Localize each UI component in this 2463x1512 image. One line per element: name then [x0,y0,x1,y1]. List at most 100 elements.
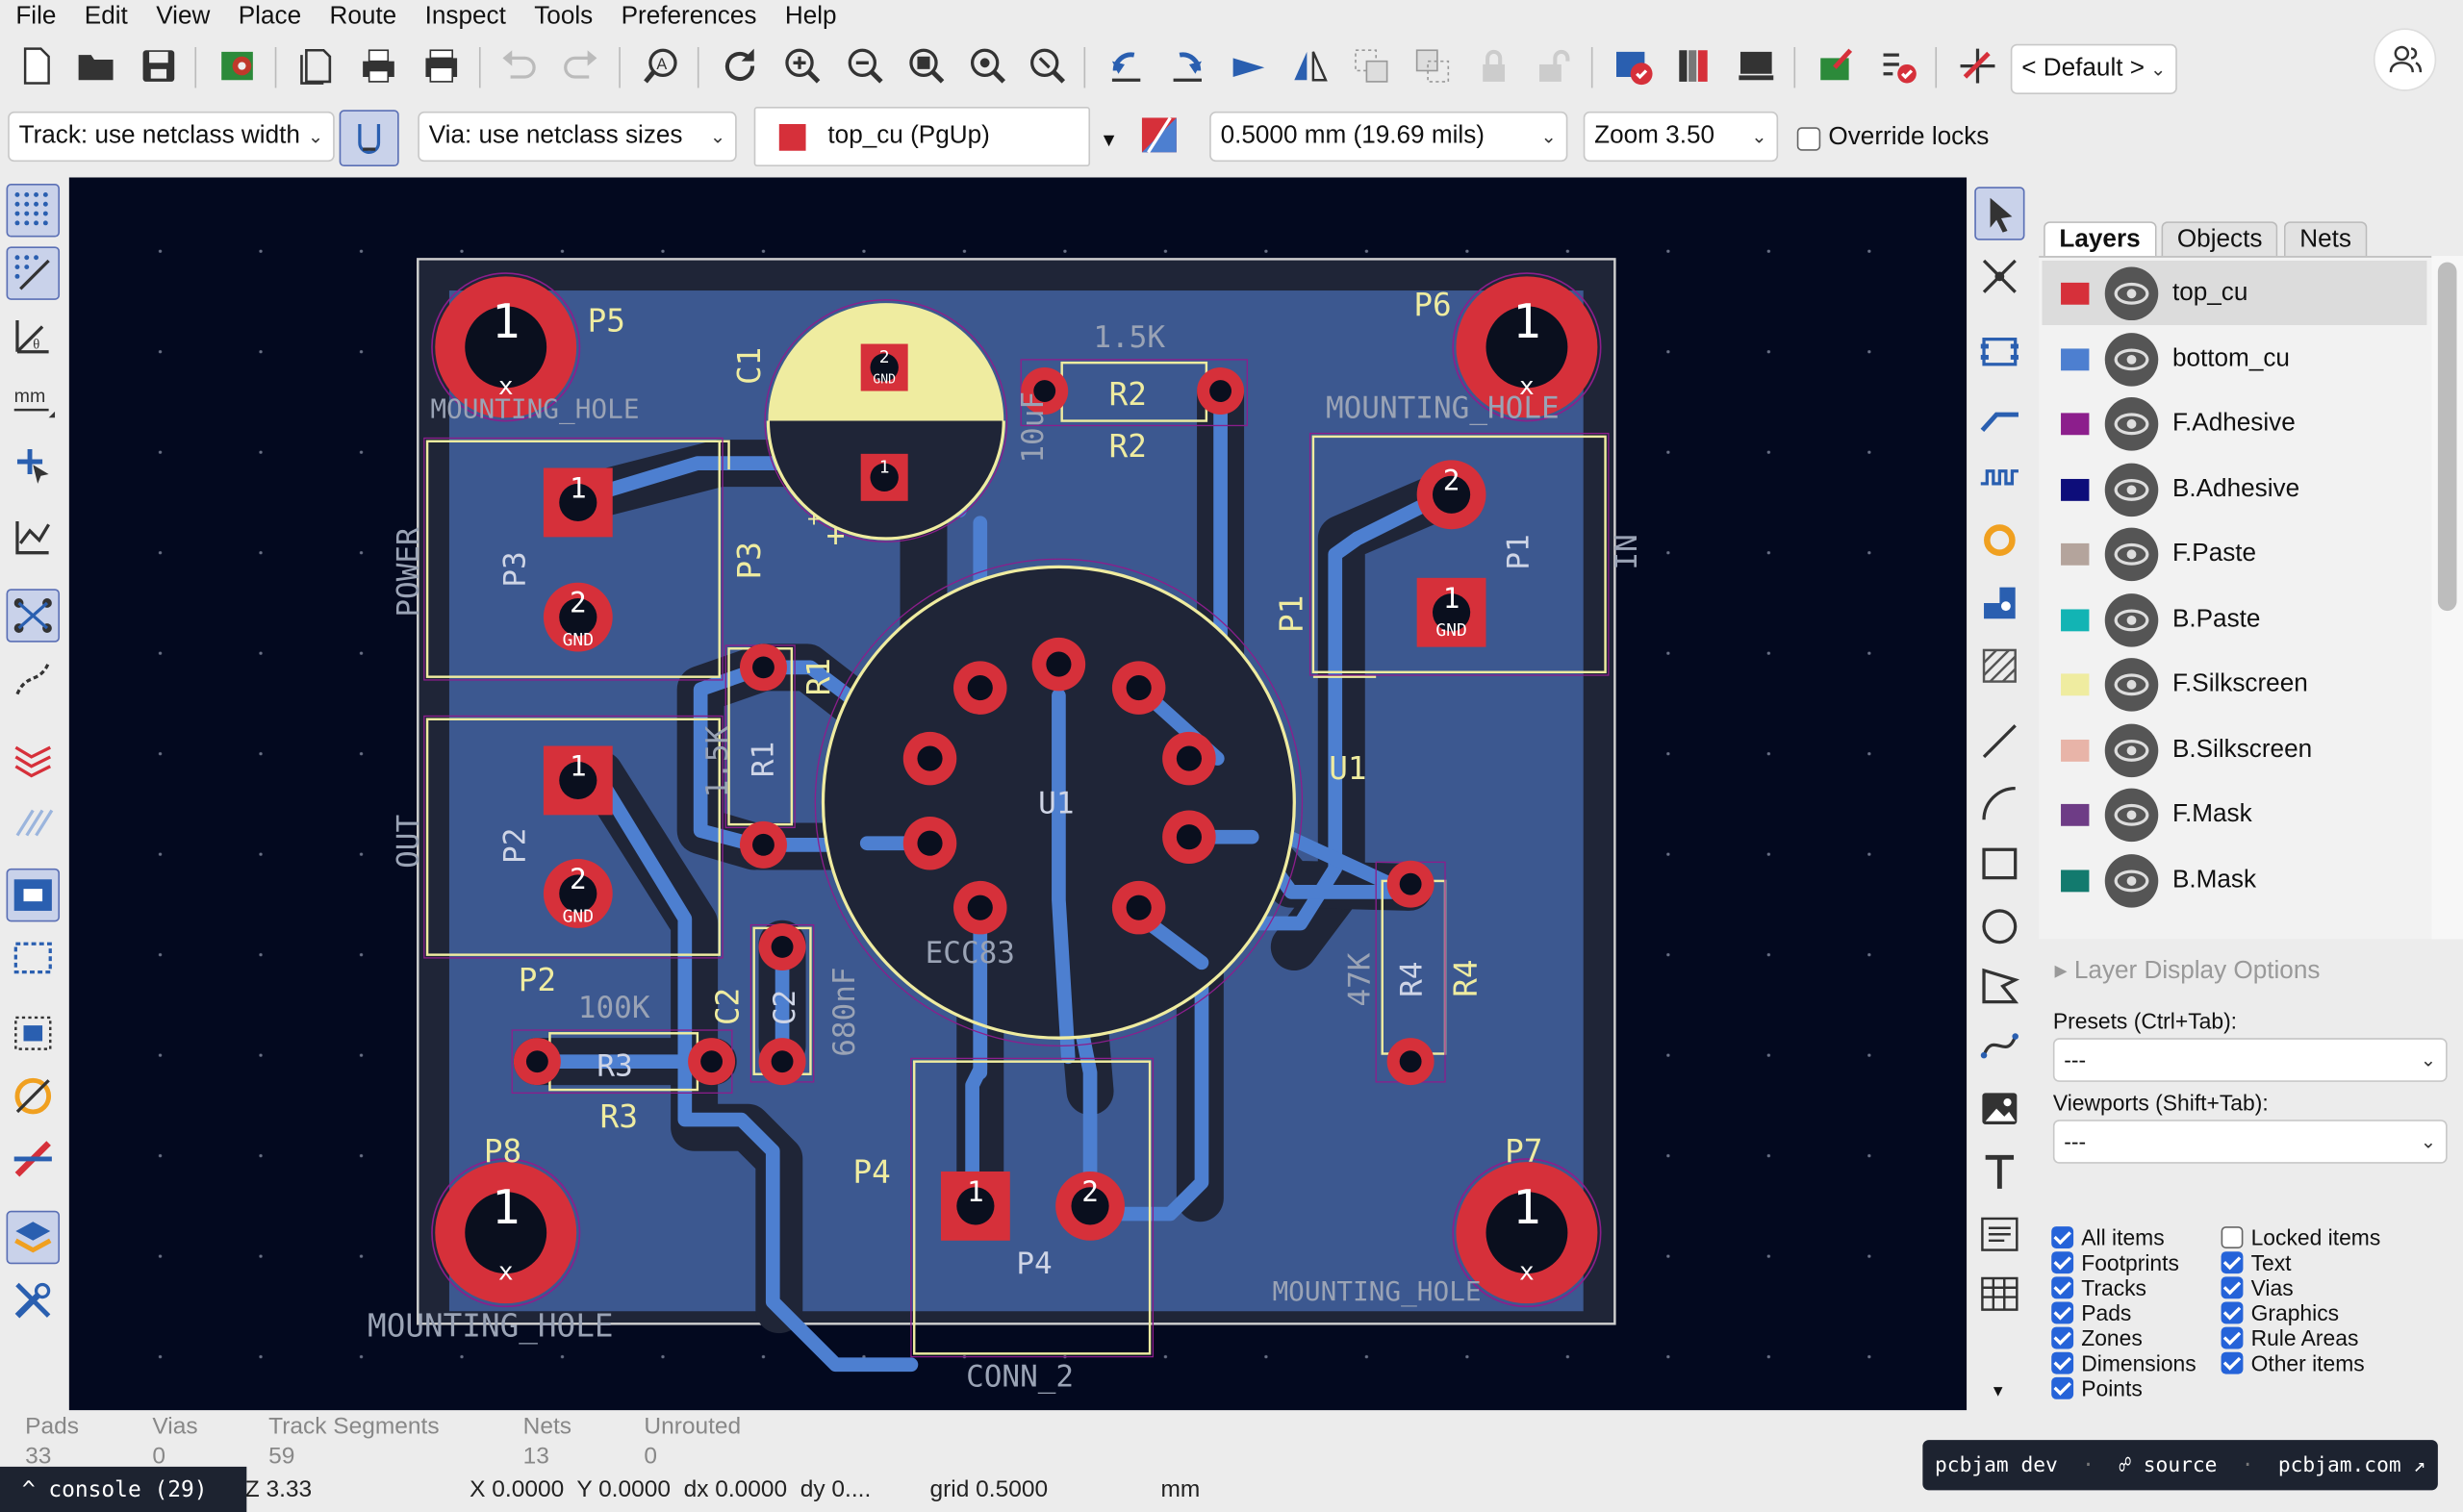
filter-footprints[interactable]: Footprints [2051,1250,2179,1275]
rotate-cw-icon[interactable] [1164,40,1211,90]
brand-site-link[interactable]: pcbjam.com ↗ [2278,1453,2425,1476]
menu-view[interactable]: View [156,3,210,31]
filter-text[interactable]: Text [2221,1250,2292,1275]
route-icon[interactable] [1954,40,2001,90]
layer-display-options-toggle[interactable]: ▸ Layer Display Options [2055,955,2321,987]
add-text-icon[interactable] [1974,1145,2024,1198]
zoom-selection-icon[interactable] [1024,40,1071,90]
menu-route[interactable]: Route [329,3,396,31]
grid-overrides-icon[interactable] [6,246,61,300]
user-icon[interactable] [2373,28,2437,91]
find-icon[interactable]: A [638,40,685,90]
draw-line-icon[interactable] [1974,715,2024,769]
tab-nets[interactable]: Nets [2283,221,2368,257]
visibility-eye-icon[interactable] [2104,657,2159,711]
draw-polygon-icon[interactable] [1974,960,2024,1014]
print-icon[interactable] [355,40,402,90]
brand-dev-link[interactable]: pcbjam dev [1935,1453,2058,1476]
add-footprint-icon[interactable] [1974,325,2024,379]
layer-row-f-paste[interactable]: F.Paste [2042,521,2426,586]
layer-row-b-paste[interactable]: B.Paste [2042,588,2426,652]
new-board-icon[interactable] [13,40,60,90]
zone-outline-icon[interactable] [7,931,61,985]
rotate-ccw-icon[interactable] [1103,40,1150,90]
zoom-select[interactable]: Zoom 3.50 ⌄ [1583,111,1779,163]
tab-layers[interactable]: Layers [2044,221,2156,257]
tune-length-icon[interactable] [1974,451,2024,505]
track-outline-icon[interactable] [7,730,61,784]
viewports-select[interactable]: --- ⌄ [2052,1120,2448,1164]
layer-row-top-cu[interactable]: top_cu [2042,261,2427,325]
layer-select[interactable]: top_cu (PgUp) [753,107,1091,167]
visibility-eye-icon[interactable] [2104,332,2159,386]
menu-file[interactable]: File [15,3,56,31]
curved-ratsnest-icon[interactable] [7,652,61,706]
preset-select[interactable]: < Default > ⌄ [2010,43,2177,94]
track-width-select[interactable]: Track: use netclass width ⌄ [8,111,335,163]
route-track-icon[interactable] [1974,388,2024,441]
via-size-select[interactable]: Via: use netclass sizes ⌄ [418,111,737,163]
filter-zones[interactable]: Zones [2051,1325,2143,1350]
mirror-icon[interactable] [1286,40,1333,90]
zoom-in-icon[interactable] [779,40,826,90]
layer-row-f-mask[interactable]: F.Mask [2042,782,2426,846]
scroll-down-icon[interactable]: ▼ [1991,1383,2006,1400]
visibility-eye-icon[interactable] [2104,265,2159,320]
rule-area-icon[interactable] [1974,639,2024,693]
filter-rule-areas[interactable]: Rule Areas [2221,1325,2358,1350]
draw-arc-icon[interactable] [1974,777,2024,831]
group-icon[interactable] [1348,40,1395,90]
ratsnest-icon[interactable] [7,511,61,565]
add-textbox-icon[interactable] [1974,1208,2024,1262]
layer-row-b-mask[interactable]: B.Mask [2042,848,2426,913]
grid-dots-icon[interactable] [6,184,61,238]
flip-icon[interactable] [1225,40,1272,90]
filter-points[interactable]: Points [2051,1375,2143,1400]
filter-pads[interactable]: Pads [2051,1300,2131,1325]
refresh-icon[interactable] [716,40,763,90]
lock-icon[interactable] [1470,40,1517,90]
track-display-icon[interactable] [7,1132,61,1186]
filter-graphics[interactable]: Graphics [2221,1300,2339,1325]
unlock-icon[interactable] [1530,40,1577,90]
redo-icon[interactable] [558,40,605,90]
cursor-full-icon[interactable] [7,439,61,492]
filter-all-items[interactable]: All items [2051,1224,2165,1250]
visibility-eye-icon[interactable] [2104,462,2159,517]
layer-pair-icon[interactable] [1135,110,1182,160]
netlist-icon[interactable] [1671,40,1718,90]
drc-icon[interactable] [1610,40,1657,90]
zoom-objects-icon[interactable] [964,40,1011,90]
checklist-icon[interactable] [1874,40,1921,90]
zoom-out-icon[interactable] [842,40,889,90]
units-mm-icon[interactable]: mm [7,375,61,429]
add-zone-icon[interactable] [1974,576,2024,630]
override-locks-checkbox[interactable]: Override locks [1796,124,1989,152]
scripting-icon[interactable] [1733,40,1780,90]
page-settings-icon[interactable] [292,40,340,90]
grid-select[interactable]: 0.5000 mm (19.69 mils) ⌄ [1209,111,1568,163]
board-setup-icon[interactable] [216,40,263,90]
visibility-eye-icon[interactable] [2104,396,2159,450]
filter-vias[interactable]: Vias [2221,1275,2294,1300]
high-contrast-icon[interactable] [7,793,61,846]
tab-objects[interactable]: Objects [2161,221,2278,257]
menu-place[interactable]: Place [239,3,301,31]
zone-fill-icon[interactable] [6,868,61,922]
layers-scrollbar[interactable] [2431,256,2463,940]
pad-display-icon[interactable] [7,1007,61,1061]
via-display-icon[interactable] [7,1070,61,1123]
show-ratsnest-icon[interactable] [6,589,61,643]
auto-track-width-icon[interactable] [339,110,399,167]
open-folder-icon[interactable] [72,40,119,90]
draw-rectangle-icon[interactable] [1974,837,2024,891]
add-table-icon[interactable] [1974,1268,2024,1322]
layer-row-b-silkscreen[interactable]: B.Silkscreen [2042,718,2426,782]
layer-stack-icon[interactable] [6,1210,61,1265]
menu-tools[interactable]: Tools [534,3,593,31]
draw-circle-icon[interactable] [1974,900,2024,954]
draw-bezier-icon[interactable] [1974,1020,2024,1073]
zoom-fit-icon[interactable] [903,40,951,90]
layer-dropdown-arrow[interactable]: ▼ [1100,129,1118,151]
layer-row-bottom-cu[interactable]: bottom_cu [2042,327,2426,391]
